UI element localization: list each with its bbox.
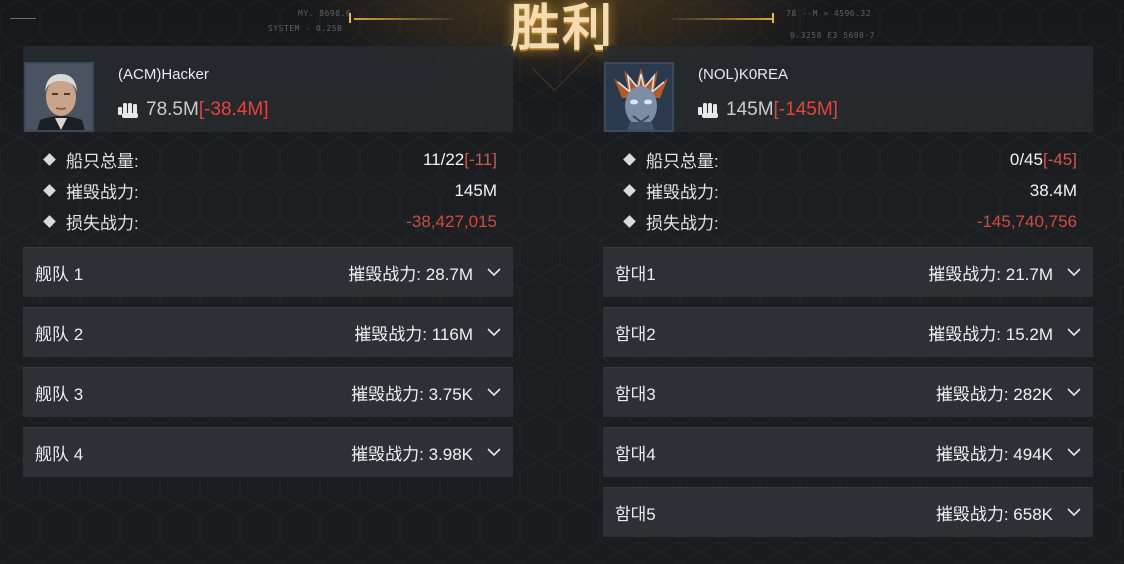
stat-label: 船只总量: (646, 152, 719, 171)
fist-icon (118, 103, 138, 118)
chevron-down-icon[interactable] (1067, 268, 1081, 277)
fleet-list: 舰队 1 摧毁战力: 28.7M 舰队 2 摧毁战力: 116M 舰队 3 摧毁… (23, 247, 513, 477)
stat-label: 船只总量: (66, 152, 139, 171)
fleet-power: 摧毁战力: 116M (354, 325, 473, 344)
fleet-power: 摧毁战力: 282K (935, 385, 1053, 404)
fleet-power: 摧毁战力: 3.75K (351, 385, 473, 404)
stat-delta: [-11] (464, 149, 497, 169)
avatar[interactable] (604, 62, 674, 132)
fleet-name: 舰队 4 (35, 445, 84, 464)
stat-ships-total: 船只总量: 0/45 [-45] (623, 144, 1077, 175)
stat-value: 145M (454, 180, 497, 200)
fleet-row-3[interactable]: 舰队 3 摧毁战力: 3.75K (23, 367, 513, 417)
chevron-down-icon[interactable] (1067, 328, 1081, 337)
fleet-row-5[interactable]: 함대5 摧毁战力: 658K (603, 487, 1093, 537)
fleet-name: 함대2 (615, 325, 656, 344)
fleet-power: 摧毁战力: 3.98K (351, 445, 473, 464)
chevron-down-icon[interactable] (1067, 388, 1081, 397)
power-value: 145M (726, 99, 774, 120)
fleet-row-1[interactable]: 舰队 1 摧毁战力: 28.7M (23, 247, 513, 297)
fleet-power: 摧毁战力: 658K (935, 505, 1053, 524)
fleet-row-3[interactable]: 함대3 摧毁战力: 282K (603, 367, 1093, 417)
stat-destroyed-power: 摧毁战力: 38.4M (623, 175, 1077, 206)
fleet-power: 摧毁战力: 494K (935, 445, 1053, 464)
player-name: (NOL)K0REA (698, 66, 789, 83)
stat-value: 38.4M (1029, 180, 1077, 200)
fleet-name: 舰队 3 (35, 385, 84, 404)
battle-stats: 船只总量: 11/22 [-11] 摧毁战力: 145M 损失战力: -38,42… (23, 132, 513, 237)
stat-label: 摧毁战力: (66, 183, 139, 202)
fleet-name: 함대3 (615, 385, 656, 404)
human-portrait-icon (26, 64, 92, 130)
stat-label: 损失战力: (646, 214, 719, 233)
fleet-row-4[interactable]: 함대4 摧毁战力: 494K (603, 427, 1093, 477)
player-power: 145M [-145M] (698, 99, 838, 121)
stat-ships-total: 船只总量: 11/22 [-11] (43, 144, 497, 175)
stat-destroyed-power: 摧毁战力: 145M (43, 175, 497, 206)
fleet-power: 摧毁战力: 21.7M (928, 265, 1053, 284)
player-power: 78.5M [-38.4M] (118, 99, 269, 121)
stat-lost-power: 损失战力: -38,427,015 (43, 206, 497, 237)
left-player-panel: (ACM)Hacker 78.5M [-38.4M] 船只总量: 11/22 [-… (23, 46, 513, 487)
player-header: (NOL)K0REA 145M [-145M] (603, 46, 1093, 132)
stat-label: 损失战力: (66, 214, 139, 233)
fleet-row-2[interactable]: 舰队 2 摧毁战力: 116M (23, 307, 513, 357)
power-delta: [-145M] (773, 99, 838, 120)
diamond-bullet-icon (43, 215, 56, 228)
diamond-bullet-icon (623, 153, 636, 166)
diamond-bullet-icon (623, 184, 636, 197)
alien-portrait-icon (606, 64, 672, 130)
chevron-down-icon[interactable] (487, 388, 501, 397)
chevron-down-icon[interactable] (487, 328, 501, 337)
stat-lost-power: 损失战力: -145,740,756 (623, 206, 1077, 237)
stat-value: 11/22 (422, 149, 465, 169)
fleet-name: 舰队 1 (35, 265, 84, 284)
diamond-bullet-icon (43, 184, 56, 197)
fleet-row-2[interactable]: 함대2 摧毁战力: 15.2M (603, 307, 1093, 357)
fleet-name: 舰队 2 (35, 325, 84, 344)
stat-delta: [-45] (1042, 149, 1077, 169)
right-player-panel: (NOL)K0REA 145M [-145M] 船只总量: 0/45[-45] (603, 46, 1093, 547)
fleet-power: 摧毁战力: 15.2M (928, 325, 1053, 344)
fist-icon (698, 103, 718, 118)
fleet-list: 함대1 摧毁战力: 21.7M 함대2 摧毁战力: 15.2M 함대3 摧毁战力… (603, 247, 1093, 537)
stat-value: 0/45 (1009, 149, 1043, 169)
fleet-row-1[interactable]: 함대1 摧毁战力: 21.7M (603, 247, 1093, 297)
diamond-bullet-icon (623, 215, 636, 228)
chevron-down-icon[interactable] (1067, 508, 1081, 517)
diamond-bullet-icon (43, 153, 56, 166)
player-name: (ACM)Hacker (118, 66, 209, 83)
chevron-down-icon[interactable] (1067, 448, 1081, 457)
player-header: (ACM)Hacker 78.5M [-38.4M] (23, 46, 513, 132)
power-value: 78.5M (146, 99, 199, 120)
fleet-power: 摧毁战力: 28.7M (348, 265, 473, 284)
battle-stats: 船只总量: 0/45 [-45] 摧毁战力: 38.4M 损失战力: -145,7… (603, 132, 1093, 237)
chevron-down-icon[interactable] (487, 268, 501, 277)
avatar[interactable] (24, 62, 94, 132)
stat-value: -38,427,015 (406, 211, 497, 231)
fleet-name: 함대5 (615, 505, 656, 524)
fleet-name: 함대1 (615, 265, 656, 284)
stat-value: -145,740,756 (976, 211, 1077, 231)
stat-label: 摧毁战力: (646, 183, 719, 202)
chevron-down-icon[interactable] (487, 448, 501, 457)
power-delta: [-38.4M] (198, 99, 269, 120)
fleet-name: 함대4 (615, 445, 656, 464)
fleet-row-4[interactable]: 舰队 4 摧毁战力: 3.98K (23, 427, 513, 477)
